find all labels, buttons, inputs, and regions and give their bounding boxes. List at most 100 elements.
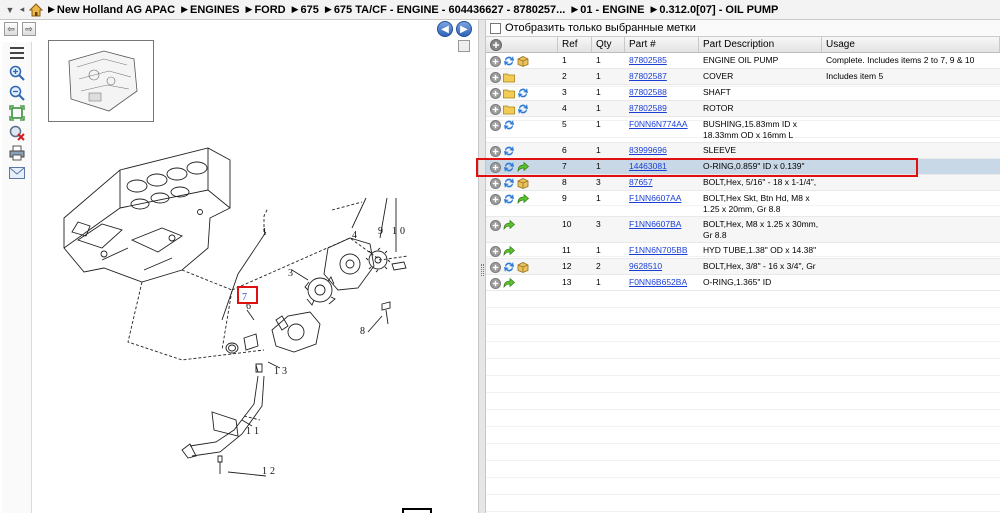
folder-icon[interactable] (503, 87, 515, 99)
table-row[interactable]: 1 1 87802585 ENGINE OIL PUMP Complete. Inclu… (486, 53, 1000, 69)
table-row[interactable]: 4 1 87802589 ROTOR (486, 101, 1000, 117)
add-to-cart-icon[interactable] (489, 245, 501, 257)
email-icon[interactable] (8, 164, 26, 182)
splitter-grip-icon[interactable] (481, 264, 484, 276)
forward-circle-icon[interactable]: ▶ (456, 21, 472, 37)
column-usage[interactable]: Usage (822, 37, 1000, 52)
breadcrumb-item-brand[interactable]: New Holland AG APAC (57, 4, 175, 16)
interchange-icon[interactable] (503, 193, 515, 205)
add-all-icon[interactable] (490, 39, 502, 51)
interchange-icon[interactable] (503, 177, 515, 189)
add-to-cart-icon[interactable] (489, 55, 501, 67)
interchange-icon[interactable] (503, 161, 515, 173)
part-number-link[interactable]: 87802585 (629, 55, 667, 65)
dropdown-icon[interactable]: ▼ (4, 3, 16, 17)
table-row[interactable]: 10 3 F1NN6607BA BOLT,Hex, M8 x 1.25 x 30mm,… (486, 217, 1000, 243)
table-row[interactable]: 3 1 87802588 SHAFT (486, 85, 1000, 101)
fit-page-icon[interactable] (8, 104, 26, 122)
clear-zoom-icon[interactable] (8, 124, 26, 142)
part-number-link[interactable]: 87802587 (629, 71, 667, 81)
part-number-link[interactable]: 14463081 (629, 161, 667, 171)
kit-box-icon[interactable] (517, 261, 529, 273)
add-to-cart-icon[interactable] (489, 261, 501, 273)
cell-usage (822, 85, 1000, 100)
cell-part: F1NN6N705BB (625, 243, 699, 258)
add-to-cart-icon[interactable] (489, 277, 501, 289)
breadcrumb-item-category[interactable]: ENGINES (190, 4, 240, 16)
callout-10a: 1 (392, 226, 397, 237)
part-number-link[interactable]: 87802588 (629, 87, 667, 97)
prev-page-icon[interactable]: ⇦ (4, 22, 18, 36)
part-number-link[interactable]: 87802589 (629, 103, 667, 113)
add-to-cart-icon[interactable] (489, 161, 501, 173)
back-circle-icon[interactable]: ◀ (437, 21, 453, 37)
table-row[interactable]: 12 2 9628510 BOLT,Hex, 3/8" - 16 x 3/4", Gr… (486, 259, 1000, 275)
table-row[interactable]: 6 1 83999696 SLEEVE (486, 143, 1000, 159)
part-number-link[interactable]: 87657 (629, 177, 653, 187)
next-page-icon[interactable]: ⇨ (22, 22, 36, 36)
interchange-icon[interactable] (503, 55, 515, 67)
add-to-cart-icon[interactable] (489, 87, 501, 99)
breadcrumb-item-make[interactable]: FORD (254, 4, 285, 16)
column-qty[interactable]: Qty (592, 37, 625, 52)
green-arrow-icon[interactable] (503, 219, 515, 231)
green-arrow-icon[interactable] (503, 277, 515, 289)
green-arrow-icon[interactable] (517, 161, 529, 173)
add-to-cart-icon[interactable] (489, 145, 501, 157)
interchange-icon[interactable] (517, 103, 529, 115)
table-row[interactable]: 5 1 F0NN6N774AA BUSHING,15.83mm ID x 18.33m… (486, 117, 1000, 143)
kit-box-icon[interactable] (517, 55, 529, 67)
print-icon[interactable] (8, 144, 26, 162)
add-to-cart-icon[interactable] (489, 103, 501, 115)
column-part[interactable]: Part # (625, 37, 699, 52)
row-actions (486, 175, 558, 190)
part-number-link[interactable]: F1NN6607BA (629, 219, 681, 229)
list-icon[interactable] (8, 44, 26, 62)
back-icon[interactable]: ◂ (16, 3, 28, 17)
part-number-link[interactable]: F1NN6607AA (629, 193, 681, 203)
interchange-icon[interactable] (503, 119, 515, 131)
part-number-link[interactable]: 83999696 (629, 145, 667, 155)
interchange-icon[interactable] (517, 87, 529, 99)
folder-icon[interactable] (503, 71, 515, 83)
panel-toggle[interactable] (458, 40, 470, 52)
table-row[interactable]: 2 1 87802587 COVER Includes item 5 (486, 69, 1000, 85)
show-selected-checkbox[interactable] (490, 22, 501, 34)
column-description[interactable]: Part Description (699, 37, 822, 52)
next-diagram-icon[interactable] (402, 508, 432, 513)
part-number-link[interactable]: F0NN6B652BA (629, 277, 687, 287)
breadcrumb-item-page[interactable]: 0.312.0[07] - OIL PUMP (659, 4, 778, 16)
add-to-cart-icon[interactable] (489, 219, 501, 231)
add-to-cart-icon[interactable] (489, 119, 501, 131)
cell-usage (822, 175, 1000, 190)
folder-icon[interactable] (503, 103, 515, 115)
pane-splitter[interactable] (478, 20, 486, 513)
table-row[interactable]: 13 1 F0NN6B652BA O-RING,1.365" ID (486, 275, 1000, 291)
table-row[interactable]: 8 3 87657 BOLT,Hex, 5/16" - 18 x 1-1/4", Gr… (486, 175, 1000, 191)
breadcrumb-item-section[interactable]: 01 - ENGINE (580, 4, 644, 16)
table-row[interactable]: 11 1 F1NN6N705BB HYD TUBE,1.38" OD x 14.38"… (486, 243, 1000, 259)
zoom-out-icon[interactable] (8, 84, 26, 102)
kit-box-icon[interactable] (517, 177, 529, 189)
interchange-icon[interactable] (503, 145, 515, 157)
part-number-link[interactable]: F0NN6N774AA (629, 119, 688, 129)
green-arrow-icon[interactable] (503, 245, 515, 257)
chevron-right-icon: ▶ (650, 4, 658, 14)
row-actions (486, 69, 558, 84)
add-to-cart-icon[interactable] (489, 71, 501, 83)
column-ref[interactable]: Ref (558, 37, 592, 52)
table-row[interactable]: 9 1 F1NN6607AA BOLT,Hex Skt, Btn Hd, M8 x 1… (486, 191, 1000, 217)
add-to-cart-icon[interactable] (489, 193, 501, 205)
part-number-link[interactable]: 9628510 (629, 261, 662, 271)
breadcrumb-item-engine[interactable]: 675 TA/CF - ENGINE - 604436627 - 8780257… (334, 4, 566, 16)
breadcrumb-item-model[interactable]: 675 (301, 4, 319, 16)
home-icon[interactable] (28, 2, 44, 18)
interchange-icon[interactable] (503, 261, 515, 273)
add-to-cart-icon[interactable] (489, 177, 501, 189)
diagram-thumbnail[interactable] (48, 40, 154, 122)
green-arrow-icon[interactable] (517, 193, 529, 205)
part-number-link[interactable]: F1NN6N705BB (629, 245, 688, 255)
zoom-in-icon[interactable] (8, 64, 26, 82)
table-row[interactable]: 7 1 14463081 O-RING,0.859" ID x 0.139" Widt… (486, 159, 1000, 175)
cell-description: COVER (699, 69, 822, 84)
